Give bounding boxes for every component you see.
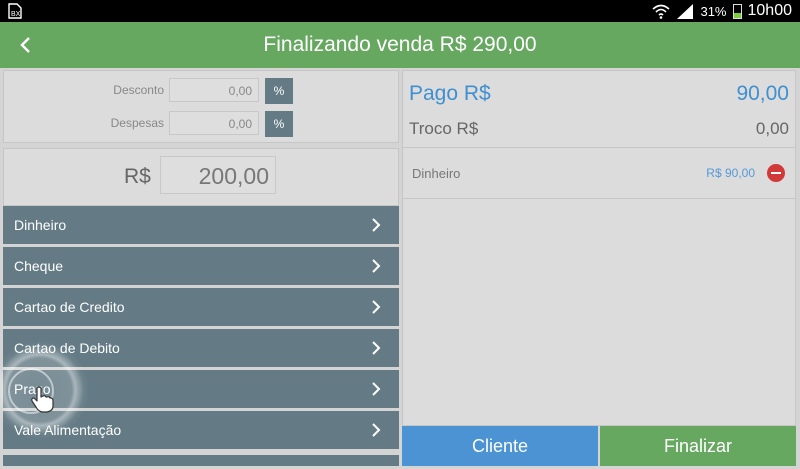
- change-value: 0,00: [755, 119, 789, 138]
- app-notification-icon: BX: [8, 3, 22, 19]
- page-title: Finalizando venda R$ 290,00: [263, 33, 537, 56]
- expenses-row: Despesas 0,00 %: [4, 111, 400, 137]
- payment-method-label: Cheque: [14, 258, 64, 274]
- chevron-right-icon: [372, 259, 381, 273]
- amount-currency-label: R$: [124, 165, 151, 188]
- finish-button[interactable]: Finalizar: [600, 426, 796, 466]
- payment-method-label: Vale Alimentação: [14, 422, 122, 438]
- change-label: Troco R$: [409, 119, 479, 138]
- client-button[interactable]: Cliente: [402, 426, 598, 466]
- paid-value: 90,00: [736, 82, 789, 105]
- battery-icon: [732, 3, 742, 19]
- payment-method-dinheiro[interactable]: Dinheiro: [3, 206, 399, 244]
- discount-input[interactable]: 0,00: [169, 78, 259, 102]
- status-bar: BX 31% 10h00: [0, 0, 800, 22]
- payment-method-prazo[interactable]: Prazo: [3, 370, 399, 408]
- payment-methods-list: Dinheiro Cheque Cartao de Credito Cartao…: [3, 206, 399, 452]
- clock: 10h00: [747, 2, 793, 19]
- chevron-right-icon: [372, 382, 381, 396]
- remove-payment-button[interactable]: [767, 164, 785, 182]
- expenses-label: Despesas: [110, 116, 164, 130]
- discount-percent-button[interactable]: %: [265, 78, 293, 104]
- payment-method-credit-card[interactable]: Cartao de Credito: [3, 288, 399, 326]
- battery-percent: 31%: [700, 3, 727, 19]
- payment-method-label: Dinheiro: [14, 217, 67, 233]
- status-bar-indicators: 31% 10h00: [652, 0, 792, 22]
- chevron-right-icon: [372, 218, 381, 232]
- paid-label: Pago R$: [409, 82, 491, 105]
- payment-method-next-partial[interactable]: [3, 455, 399, 466]
- adjustments-panel: Desconto 0,00 % Despesas 0,00 %: [3, 70, 399, 143]
- battery-level: [733, 13, 741, 18]
- payment-entry-method: Dinheiro: [412, 166, 461, 181]
- discount-row: Desconto 0,00 %: [4, 78, 400, 104]
- amount-input[interactable]: 200,00: [160, 156, 276, 194]
- svg-text:BX: BX: [11, 11, 21, 18]
- payment-method-label: Cartao de Credito: [14, 299, 125, 315]
- chevron-right-icon: [372, 423, 381, 437]
- discount-label: Desconto: [113, 83, 164, 97]
- app-bar: Finalizando venda R$ 290,00: [0, 22, 800, 68]
- amount-panel: R$ 200,00: [3, 148, 399, 206]
- expenses-percent-button[interactable]: %: [265, 111, 293, 137]
- payment-method-debit-card[interactable]: Cartao de Debito: [3, 329, 399, 367]
- expenses-input[interactable]: 0,00: [169, 111, 259, 135]
- chevron-right-icon: [372, 341, 381, 355]
- payment-method-label: Cartao de Debito: [14, 340, 120, 356]
- payment-summary-panel: Pago R$ 90,00 Troco R$ 0,00 Dinheiro R$ …: [402, 70, 796, 426]
- payment-entry-value: R$ 90,00: [706, 166, 755, 180]
- payment-method-meal-voucher[interactable]: Vale Alimentação: [3, 411, 399, 449]
- signal-icon: [677, 4, 694, 19]
- payment-method-cheque[interactable]: Cheque: [3, 247, 399, 285]
- chevron-right-icon: [372, 300, 381, 314]
- wifi-icon: [652, 4, 670, 19]
- payment-entry: Dinheiro R$ 90,00: [403, 147, 795, 199]
- payment-method-label: Prazo: [14, 381, 51, 397]
